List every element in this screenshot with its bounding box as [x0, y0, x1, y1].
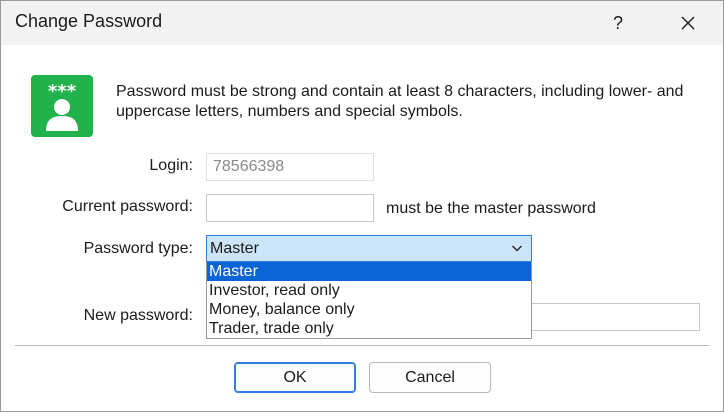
login-field[interactable]	[206, 153, 374, 181]
dropdown-option-trader[interactable]: Trader, trade only	[207, 319, 531, 338]
dropdown-option-investor[interactable]: Investor, read only	[207, 281, 531, 300]
footer-divider	[15, 345, 709, 346]
icon-stars: ***	[48, 81, 77, 102]
new-password-label: New password:	[83, 307, 193, 324]
password-type-dropdown-list: Master Investor, read only Money, balanc…	[206, 262, 532, 339]
help-button[interactable]: ?	[595, 1, 641, 45]
dialog-title: Change Password	[15, 11, 163, 31]
ok-button[interactable]: OK	[234, 362, 356, 393]
dropdown-option-master[interactable]: Master	[207, 262, 531, 281]
help-icon: ?	[612, 12, 623, 33]
chevron-down-icon	[512, 245, 522, 252]
user-password-icon: ***	[31, 75, 93, 137]
password-type-label: Password type:	[83, 240, 193, 257]
password-requirements-text: Password must be strong and contain at l…	[116, 83, 684, 120]
title-bar[interactable]: Change Password ?	[1, 1, 723, 45]
current-password-field[interactable]	[206, 194, 374, 222]
login-label: Login:	[149, 157, 193, 174]
change-password-dialog: Change Password ? *** Password must be s…	[0, 0, 724, 412]
dropdown-option-money[interactable]: Money, balance only	[207, 300, 531, 319]
current-password-label: Current password:	[62, 198, 193, 215]
password-type-select[interactable]: Master	[206, 235, 532, 262]
close-button[interactable]	[665, 1, 711, 45]
close-icon	[681, 16, 695, 30]
cancel-button[interactable]: Cancel	[369, 362, 491, 393]
password-type-value: Master	[210, 240, 259, 257]
current-password-hint: must be the master password	[386, 200, 596, 217]
